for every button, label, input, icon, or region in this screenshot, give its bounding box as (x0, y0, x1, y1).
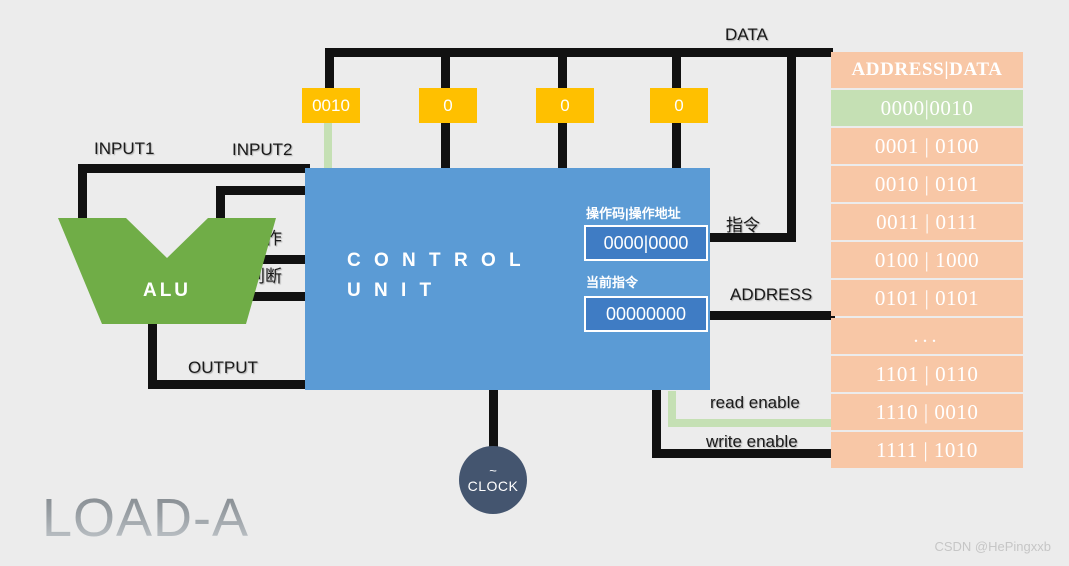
alu-output-label: OUTPUT (188, 358, 258, 377)
alu-output-wire-horizontal (148, 380, 310, 389)
data-bus-horizontal (325, 48, 833, 57)
data-bus-drop-d (672, 48, 681, 90)
opcode-field-value[interactable]: 0000|0000 (584, 225, 708, 261)
control-unit-title: C O N T R O L U N I T (347, 246, 525, 306)
memory-row[interactable]: 1111 | 1010 (831, 432, 1023, 468)
address-bus-label: ADDRESS (730, 285, 813, 304)
control-unit-title-line2: U N I T (347, 280, 436, 301)
instruction-wire-horizontal (710, 233, 796, 242)
register-b-wire (441, 122, 450, 170)
memory-row[interactable]: 0011 | 0111 (831, 204, 1023, 240)
register-c[interactable]: 0 (536, 88, 594, 123)
alu-name: ALU (142, 280, 192, 301)
data-bus-drop-instruction (787, 48, 796, 233)
register-d[interactable]: 0 (650, 88, 708, 123)
address-wire (710, 311, 835, 320)
diagram-canvas: DATA 0010 0 0 0 INPUT1 INPUT2 操作 判断 OUTP… (0, 0, 1069, 566)
clock-wave-icon: ~ (489, 463, 497, 478)
alu-input1-wire-vertical (78, 164, 87, 224)
current-instruction-label: 当前指令 (586, 275, 639, 290)
opcode-field-label: 操作码|操作地址 (586, 206, 681, 221)
alu-input2-label: INPUT2 (232, 140, 293, 159)
register-c-value: 0 (560, 95, 570, 115)
alu-input1-wire-horizontal (78, 164, 310, 173)
write-enable-wire-horizontal (652, 449, 835, 458)
memory-table-header: ADDRESS|DATA (831, 52, 1023, 88)
memory-row-ellipsis: ... (831, 318, 1023, 354)
data-bus-drop-c (558, 48, 567, 90)
register-c-wire (558, 122, 567, 170)
register-b[interactable]: 0 (419, 88, 477, 123)
register-d-value: 0 (674, 95, 684, 115)
register-a[interactable]: 0010 (302, 88, 360, 123)
read-enable-label: read enable (710, 393, 800, 412)
alu-block[interactable]: ALU (58, 218, 276, 324)
watermark: CSDN @HePingxxb (934, 539, 1051, 554)
current-instruction-value[interactable]: 00000000 (584, 296, 708, 332)
read-enable-wire-horizontal (668, 419, 835, 427)
register-a-value: 0010 (312, 95, 350, 115)
memory-row[interactable]: 0010 | 0101 (831, 166, 1023, 202)
register-a-active-wire (324, 122, 332, 170)
memory-table: ADDRESS|DATA 0000|0010 0001 | 0100 0010 … (831, 52, 1023, 470)
data-bus-drop-a (325, 48, 334, 90)
clock-wire (489, 390, 498, 452)
memory-row[interactable]: 1101 | 0110 (831, 356, 1023, 392)
data-bus-drop-b (441, 48, 450, 90)
data-bus-label: DATA (725, 25, 768, 44)
control-unit-title-line1: C O N T R O L (347, 250, 525, 271)
memory-row[interactable]: 1110 | 0010 (831, 394, 1023, 430)
control-unit-block[interactable]: C O N T R O L U N I T 操作码|操作地址 0000|0000… (305, 168, 710, 390)
write-enable-wire-vertical (652, 390, 661, 458)
clock-label: CLOCK (467, 478, 519, 494)
register-b-value: 0 (443, 95, 453, 115)
page-title: LOAD-A (42, 488, 250, 548)
memory-row[interactable]: 0101 | 0101 (831, 280, 1023, 316)
alu-input2-wire-horizontal (216, 186, 310, 195)
alu-shape (58, 218, 276, 324)
memory-row[interactable]: 0100 | 1000 (831, 242, 1023, 278)
register-d-wire (672, 122, 681, 170)
memory-row[interactable]: 0001 | 0100 (831, 128, 1023, 164)
alu-output-wire-vertical (148, 322, 157, 380)
alu-input1-label: INPUT1 (94, 139, 155, 158)
memory-row[interactable]: 0000|0010 (831, 90, 1023, 126)
clock-node[interactable]: ~ CLOCK (459, 446, 527, 514)
